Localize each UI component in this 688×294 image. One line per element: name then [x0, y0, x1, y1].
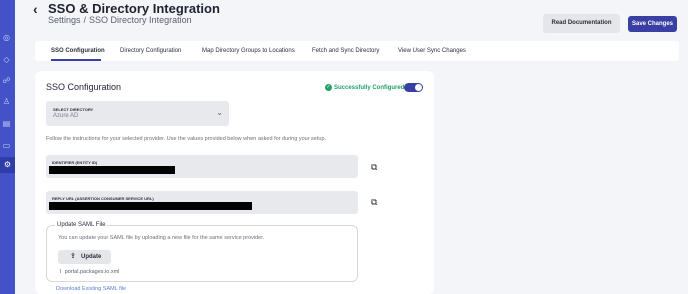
- upload-icon: ⇪: [70, 253, 76, 260]
- identifier-value-redacted: [49, 166, 175, 174]
- identifier-field: IDENTIFIER (ENTITY ID): [46, 155, 358, 178]
- saml-section-title: Update SAML File: [55, 222, 108, 228]
- select-label: SELECT DIRECTORY: [53, 107, 94, 112]
- copy-reply-url-icon[interactable]: ⧉: [371, 198, 379, 207]
- breadcrumb-separator: /: [83, 15, 87, 25]
- identifier-label: IDENTIFIER (ENTITY ID): [52, 160, 98, 165]
- update-button-label: Update: [81, 254, 102, 260]
- status-text: Successfully Configured: [334, 85, 405, 92]
- sidebar: ◎ ◇ ☍ ♙ ▤ ▭ ⚙: [0, 0, 15, 294]
- download-saml-link[interactable]: Download Existing SAML file: [56, 286, 126, 292]
- paperclip-icon: ⌇: [59, 269, 62, 275]
- breadcrumb-current: SSO Directory Integration: [89, 15, 192, 25]
- settings-icon[interactable]: ⚙: [0, 157, 15, 173]
- copy-identifier-icon[interactable]: ⧉: [371, 163, 379, 172]
- sso-configuration-card: SSO Configuration ✓ Successfully Configur…: [35, 71, 434, 294]
- saml-file-row: ⌇ portal.packages.io.xml: [59, 269, 119, 275]
- read-documentation-button[interactable]: Read Documentation: [543, 14, 620, 33]
- select-value: Azure AD: [53, 113, 79, 119]
- breadcrumb: Settings / SSO Directory Integration: [48, 15, 195, 25]
- directory-select[interactable]: SELECT DIRECTORY Azure AD ⌄: [46, 101, 229, 126]
- instructions-text: Follow the instructions for your selecte…: [46, 136, 327, 142]
- back-button[interactable]: ‹: [33, 1, 38, 17]
- chat-icon[interactable]: ▭: [1, 141, 12, 151]
- reply-url-value-redacted: [49, 202, 252, 210]
- saml-file-name: portal.packages.io.xml: [64, 269, 120, 275]
- update-saml-section: Update SAML File You can update your SAM…: [46, 222, 358, 282]
- document-icon[interactable]: ▤: [1, 119, 12, 129]
- tab-sso-configuration[interactable]: SSO Configuration: [51, 41, 105, 61]
- tab-fetch-sync-directory[interactable]: Fetch and Sync Directory: [312, 41, 379, 61]
- saml-description: You can update your SAML file by uploadi…: [58, 235, 265, 241]
- update-saml-button[interactable]: ⇪ Update: [58, 250, 111, 264]
- sso-enabled-toggle[interactable]: [404, 83, 423, 92]
- tab-directory-configuration[interactable]: Directory Configuration: [120, 41, 181, 61]
- reply-url-field: REPLY URL (ASSERTION CONSUMER SERVICE UR…: [46, 191, 358, 214]
- status-badge: ✓ Successfully Configured: [325, 84, 404, 91]
- layers-icon[interactable]: ◇: [1, 55, 12, 65]
- breadcrumb-settings[interactable]: Settings: [48, 15, 81, 25]
- chevron-down-icon: ⌄: [216, 108, 223, 117]
- tab-bar: SSO Configuration Directory Configuratio…: [35, 41, 679, 61]
- save-changes-button[interactable]: Save Changes: [628, 16, 677, 32]
- toggle-knob: [415, 84, 422, 91]
- globe-icon[interactable]: ◎: [1, 33, 12, 43]
- tab-view-user-sync-changes[interactable]: View User Sync Changes: [398, 41, 466, 61]
- person-icon[interactable]: ♙: [1, 97, 12, 107]
- users-icon[interactable]: ☍: [1, 76, 12, 86]
- card-title: SSO Configuration: [46, 82, 122, 92]
- page-title: SSO & Directory Integration: [48, 1, 220, 16]
- reply-url-label: REPLY URL (ASSERTION CONSUMER SERVICE UR…: [52, 196, 154, 201]
- tab-map-directory-groups[interactable]: Map Directory Groups to Locations: [202, 41, 295, 61]
- check-circle-icon: ✓: [325, 84, 332, 91]
